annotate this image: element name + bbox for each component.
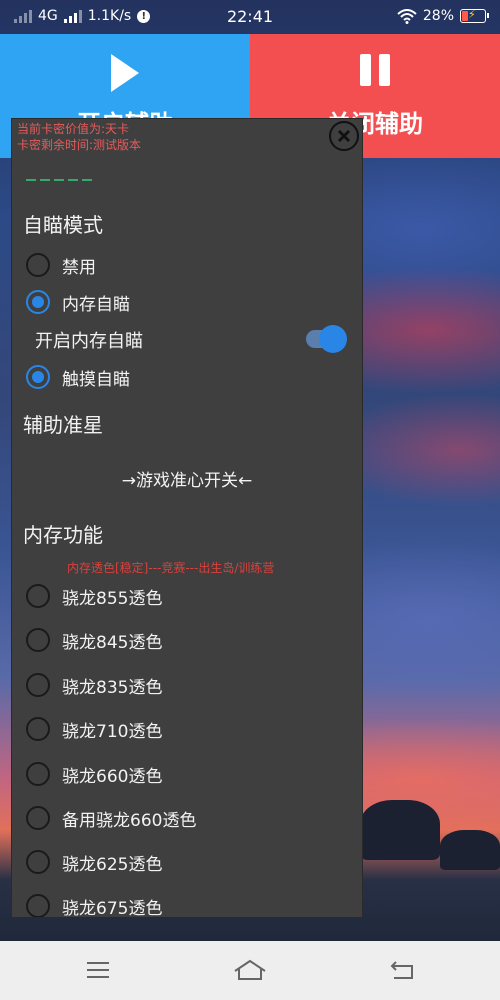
radio-option-835[interactable]: 骁龙835透色 <box>26 670 162 700</box>
card-info: 当前卡密价值为:天卡 卡密剩余时间:测试版本 <box>17 121 141 153</box>
radio-button[interactable] <box>26 253 50 277</box>
option-label: 内存自瞄 <box>62 294 130 315</box>
crosshair-switch-button[interactable]: →游戏准心开关← <box>12 466 362 491</box>
play-icon <box>111 54 139 92</box>
assist-menu-panel: 当前卡密价值为:天卡 卡密剩余时间:测试版本 自瞄模式 禁用 内存自瞄 开启内存… <box>11 118 363 918</box>
radio-button[interactable] <box>26 762 50 786</box>
radio-option-675[interactable]: 骁龙675透色 <box>26 891 163 918</box>
radio-button[interactable] <box>26 628 50 652</box>
option-label: 禁用 <box>62 257 96 278</box>
switch-knob <box>319 325 347 353</box>
radio-option-845[interactable]: 骁龙845透色 <box>26 625 162 655</box>
aim-mode-title: 自瞄模式 <box>23 213 103 237</box>
pause-icon <box>360 54 390 86</box>
radio-option-855[interactable]: 骁龙855透色 <box>26 581 162 611</box>
radio-option-disable[interactable]: 禁用 <box>26 250 96 280</box>
radio-button-selected[interactable] <box>26 365 50 389</box>
radio-option-touch-aim[interactable]: 触摸自瞄 <box>26 362 130 392</box>
option-label: 触摸自瞄 <box>62 369 130 390</box>
close-panel-button[interactable] <box>329 121 359 151</box>
radio-option-660-backup[interactable]: 备用骁龙660透色 <box>26 803 196 833</box>
radio-button[interactable] <box>26 584 50 608</box>
battery-percent: 28% <box>422 8 454 24</box>
option-label: 骁龙660透色 <box>62 766 163 787</box>
option-label: 骁龙675透色 <box>62 898 163 918</box>
radio-button[interactable] <box>26 673 50 697</box>
back-button[interactable] <box>382 955 422 985</box>
option-label: 骁龙835透色 <box>62 677 163 698</box>
option-label: 备用骁龙660透色 <box>62 810 197 831</box>
radio-button[interactable] <box>26 850 50 874</box>
radio-button[interactable] <box>26 894 50 917</box>
option-label: 骁龙710透色 <box>62 721 163 742</box>
battery-icon: ⚡ <box>460 8 489 23</box>
memory-aim-switch[interactable] <box>306 325 347 353</box>
toggle-label: 开启内存自瞄 <box>35 331 143 352</box>
menu-button[interactable] <box>78 955 118 985</box>
home-button[interactable] <box>230 955 270 985</box>
home-icon <box>234 959 266 980</box>
memory-aim-toggle-row[interactable]: 开启内存自瞄 <box>35 325 355 355</box>
memory-function-title: 内存功能 <box>23 523 103 547</box>
card-remaining-text: 卡密剩余时间:测试版本 <box>17 138 142 152</box>
crosshair-title: 辅助准星 <box>23 413 103 437</box>
menu-icon <box>87 962 109 978</box>
option-label: 骁龙625透色 <box>62 854 163 875</box>
radio-button[interactable] <box>26 717 50 741</box>
close-icon <box>337 129 351 143</box>
back-icon <box>390 961 413 979</box>
divider <box>26 179 94 181</box>
radio-button-selected[interactable] <box>26 290 50 314</box>
status-bar: 4G 1.1K/s ! 22:41 28% ⚡ <box>0 0 500 34</box>
wifi-icon <box>397 8 417 24</box>
radio-option-710[interactable]: 骁龙710透色 <box>26 714 162 744</box>
option-label: 骁龙845透色 <box>62 632 163 653</box>
radio-option-625[interactable]: 骁龙625透色 <box>26 847 162 877</box>
navigation-bar <box>0 941 500 1000</box>
radio-option-660[interactable]: 骁龙660透色 <box>26 759 162 789</box>
memory-note: 内存透色[稳定]---竞赛---出生岛/训练营 <box>67 561 275 575</box>
radio-option-memory-aim[interactable]: 内存自瞄 <box>26 287 130 317</box>
card-value-text: 当前卡密价值为:天卡 <box>17 122 130 136</box>
radio-button[interactable] <box>26 806 50 830</box>
option-label: 骁龙855透色 <box>62 588 163 609</box>
